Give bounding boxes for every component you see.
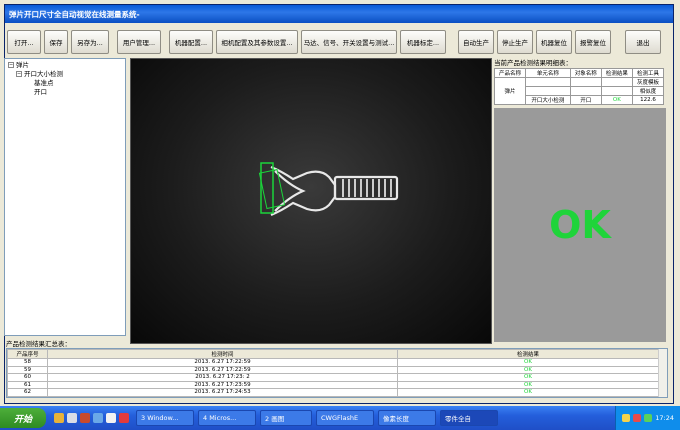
quicklaunch-icon[interactable]: [93, 413, 103, 423]
tool-cell: 相似度: [631, 86, 665, 96]
col-product: 产品名称: [493, 68, 527, 78]
tray-icon[interactable]: [633, 414, 642, 422]
tree-child-label: 开口大小检测: [24, 70, 63, 78]
summary-label: 产品检测结果汇总表：: [6, 340, 71, 348]
value-cell: 122.6: [631, 95, 665, 105]
task-pixel-length[interactable]: 像素长度: [378, 410, 436, 426]
save-button[interactable]: 保存: [44, 30, 68, 54]
col-object: 对象名称: [569, 68, 602, 78]
collapse-icon[interactable]: −: [8, 62, 14, 68]
ok-status-text: OK: [549, 203, 611, 247]
col-unit: 单元名称: [525, 68, 571, 78]
unit-cell: 开口大小检测: [525, 95, 571, 105]
summary-scrollbar[interactable]: [658, 349, 667, 397]
task-micros[interactable]: 4 Micros...: [198, 410, 256, 426]
tray-icon[interactable]: [644, 414, 653, 422]
col-serial: 产品序号: [7, 349, 48, 359]
tool-cell: 灰度模板: [631, 77, 665, 87]
detail-label: 当前产品检测结果明细表：: [494, 59, 572, 67]
quicklaunch-icon[interactable]: [119, 413, 129, 423]
taskbar: 开始 3 Window... 4 Micros... 2 画图 CWGFlash…: [0, 406, 680, 430]
quicklaunch-icon[interactable]: [54, 413, 64, 423]
summary-table: 产品序号 检测时间 检测结果 58 2013. 6.27 17:22:59 OK 5…: [6, 348, 668, 398]
tree-leaf-label: 开口: [34, 88, 47, 96]
machine-config-button[interactable]: 机器配置...: [169, 30, 213, 54]
save-as-button[interactable]: 另存为...: [71, 30, 109, 54]
title-bar: 弹片开口尺寸全自动视觉在线测量系统-: [5, 5, 673, 23]
system-tray: 17:24: [615, 406, 680, 430]
stop-production-button[interactable]: 停止生产: [497, 30, 533, 54]
inspection-tree: − 弹片 − 开口大小检测 基准点 开口: [4, 58, 126, 336]
col-tool: 检测工具: [631, 68, 665, 78]
tree-node-root[interactable]: − 弹片: [8, 61, 122, 70]
table-row[interactable]: 59 2013. 6.27 17:22:59 OK: [7, 365, 659, 374]
tree-node-reference[interactable]: 基准点: [8, 79, 122, 88]
table-row[interactable]: 61 2013. 6.27 17:23:59 OK: [7, 380, 659, 389]
quicklaunch-icon[interactable]: [67, 413, 77, 423]
clock: 17:24: [655, 414, 674, 422]
result-cell: OK: [600, 95, 633, 105]
product-cell: 弹片: [493, 77, 527, 105]
tree-leaf-label: 基准点: [34, 79, 54, 87]
machine-calibration-button[interactable]: 机器标定...: [400, 30, 446, 54]
user-management-button[interactable]: 用户管理...: [117, 30, 161, 54]
task-app-active[interactable]: 零件全自: [440, 410, 498, 426]
task-flash[interactable]: CWGFlashE: [316, 410, 374, 426]
status-panel: OK: [494, 108, 666, 342]
result-detail-panel: 当前产品检测结果明细表： 产品名称 单元名称 对象名称 检测结果 检测工具 弹片…: [493, 58, 666, 344]
table-row[interactable]: 62 2013. 6.27 17:24:53 OK: [7, 388, 659, 397]
alarm-reset-button[interactable]: 报警复位: [575, 30, 611, 54]
object-cell: 开口: [569, 95, 602, 105]
machine-reset-button[interactable]: 机器复位: [536, 30, 572, 54]
camera-config-button[interactable]: 相机配置及其参数设置...: [216, 30, 298, 54]
start-button[interactable]: 开始: [0, 408, 46, 428]
tree-node-opening[interactable]: 开口: [8, 88, 122, 97]
spring-clip-image: [258, 162, 399, 217]
auto-production-button[interactable]: 自动生产: [458, 30, 494, 54]
quicklaunch-icon[interactable]: [80, 413, 90, 423]
camera-view: [130, 58, 492, 344]
window-title: 弹片开口尺寸全自动视觉在线测量系统-: [9, 9, 140, 19]
exit-button[interactable]: 退出: [625, 30, 661, 54]
col-result: 检测结果: [600, 68, 633, 78]
col-time: 检测时间: [47, 349, 398, 359]
toolbar: 打开... 保存 另存为... 用户管理... 机器配置... 相机配置及其参数…: [7, 27, 671, 57]
tray-icon[interactable]: [622, 414, 631, 422]
open-button[interactable]: 打开...: [7, 30, 41, 54]
quicklaunch-icon[interactable]: [106, 413, 116, 423]
detail-table: 产品名称 单元名称 对象名称 检测结果 检测工具 弹片 灰度模板 相似度 开口大…: [493, 68, 665, 105]
tree-node-inspection[interactable]: − 开口大小检测: [8, 70, 122, 79]
motor-signal-test-button[interactable]: 马达、信号、开关设置与测试...: [301, 30, 397, 54]
table-row[interactable]: 60 2013. 6.27 17:23: 2 OK: [7, 373, 659, 382]
task-window[interactable]: 3 Window...: [136, 410, 194, 426]
tree-root-label: 弹片: [16, 61, 29, 69]
task-paint[interactable]: 2 画图: [260, 410, 312, 426]
collapse-icon[interactable]: −: [16, 71, 22, 77]
col-summary-result: 检测结果: [397, 349, 659, 359]
table-row[interactable]: 58 2013. 6.27 17:22:59 OK: [7, 358, 659, 367]
